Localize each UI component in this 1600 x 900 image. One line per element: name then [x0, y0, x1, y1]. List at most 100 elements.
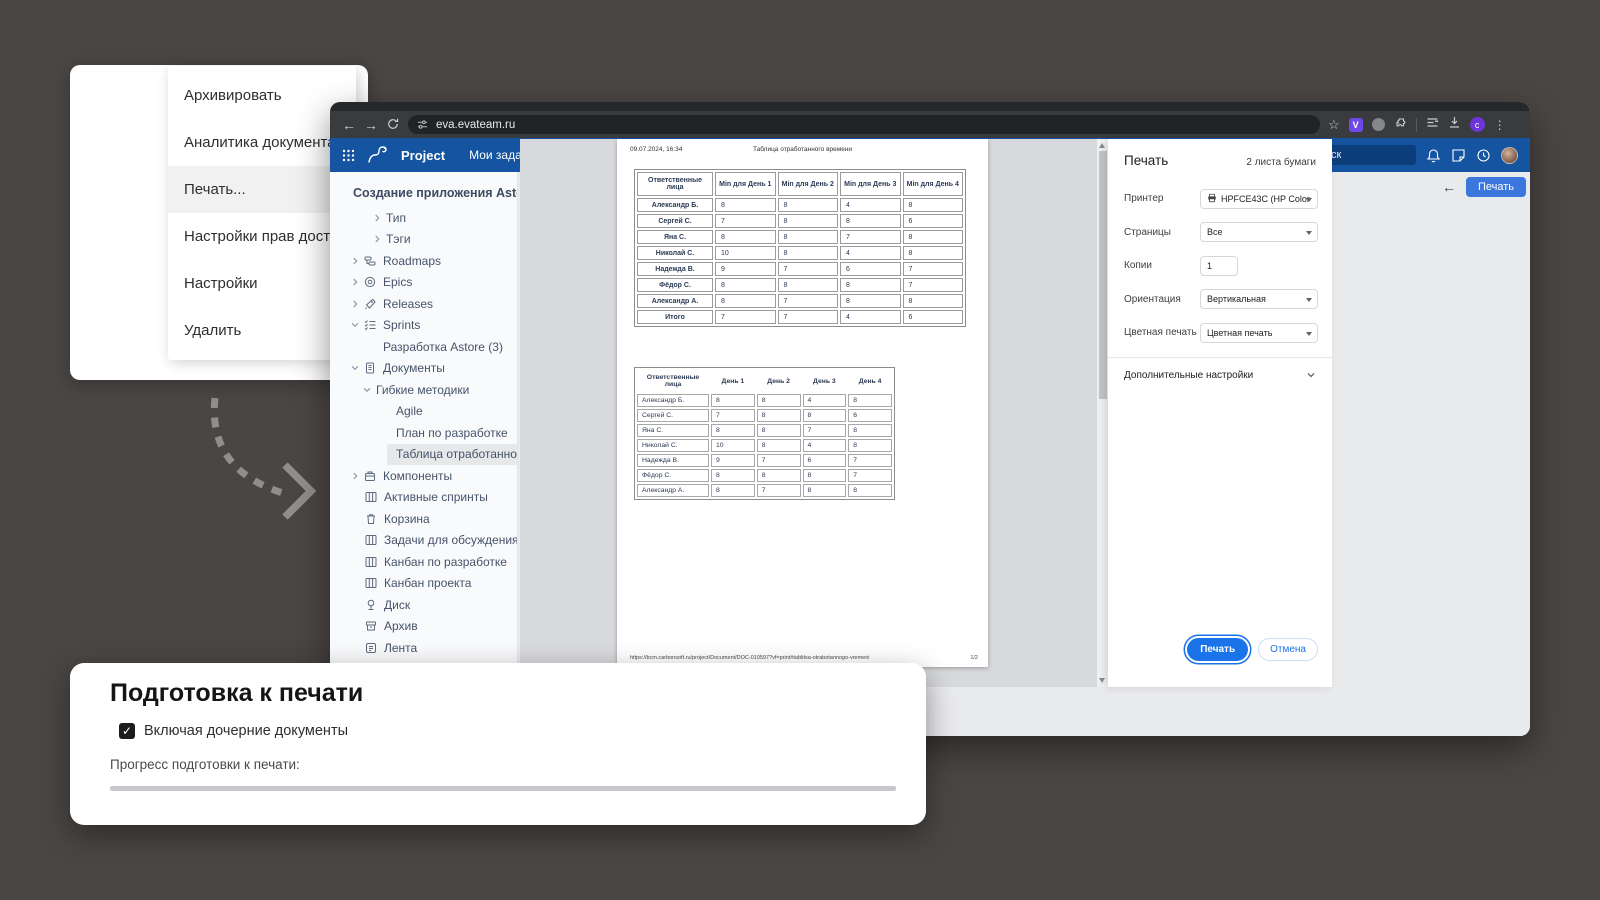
reload-icon[interactable]: [382, 118, 404, 132]
sidebar-item[interactable]: Корзина: [330, 508, 517, 530]
app-brand[interactable]: Project: [401, 148, 445, 163]
include-children-row[interactable]: ✓ Включая дочерние документы: [119, 723, 348, 739]
sidebar-item[interactable]: Sprints: [330, 315, 517, 337]
sidebar-item[interactable]: Активные спринты: [330, 487, 517, 509]
sheets-count: 2 листа бумаги: [1246, 157, 1316, 168]
page-back-arrow-icon[interactable]: ←: [1442, 179, 1456, 195]
person-cell: Александр А.: [637, 294, 713, 308]
chevron-down-icon[interactable]: [350, 320, 360, 330]
sidebar-item[interactable]: Компоненты: [330, 465, 517, 487]
sidebar-item[interactable]: Лента: [330, 637, 517, 659]
sidebar-item[interactable]: Канбан по разработке: [330, 551, 517, 573]
context-menu-item[interactable]: Аналитика документа: [168, 119, 356, 166]
sidebar-item[interactable]: Документы: [330, 358, 517, 380]
print-cancel-button[interactable]: Отмена: [1258, 638, 1318, 661]
reading-list-icon[interactable]: [1426, 116, 1439, 134]
scroll-down-icon[interactable]: [1099, 678, 1105, 683]
value-cell: 6: [903, 310, 964, 324]
chevron-right-icon[interactable]: [372, 234, 382, 244]
sidebar-item[interactable]: Epics: [330, 272, 517, 294]
address-bar[interactable]: eva.evateam.ru: [408, 115, 1320, 134]
context-menu-item[interactable]: Настройки: [168, 260, 356, 307]
value-cell: 8: [903, 230, 964, 244]
project-title[interactable]: Создание приложения Astore: [353, 186, 518, 200]
print-setting-row: Копии1: [1124, 249, 1318, 283]
checkbox-checked-icon[interactable]: ✓: [119, 723, 135, 739]
chevron-right-icon[interactable]: [372, 213, 382, 223]
sidebar-item[interactable]: Разработка Astore (3): [330, 336, 517, 358]
notifications-bell-icon[interactable]: [1426, 148, 1441, 163]
sidebar-item[interactable]: Таблица отработанного времени: [330, 444, 517, 466]
scroll-up-icon[interactable]: [1099, 143, 1105, 148]
print-setting-select[interactable]: HPFCE43C (HP Color La:: [1200, 189, 1318, 209]
chevron-right-icon[interactable]: [350, 471, 360, 481]
copies-input[interactable]: 1: [1200, 256, 1238, 276]
chevron-right-icon[interactable]: [350, 277, 360, 287]
feed-icon: [365, 642, 378, 654]
sidebar-item[interactable]: Гибкие методики: [330, 379, 517, 401]
chevron-down-icon[interactable]: [362, 385, 372, 395]
app-search-input[interactable]: ск: [1328, 145, 1416, 165]
forward-icon[interactable]: →: [360, 118, 382, 132]
profile-avatar-badge[interactable]: c: [1470, 117, 1485, 132]
sidebar-item-label: Тэги: [386, 232, 411, 246]
context-menu-item[interactable]: Настройки прав доступа: [168, 213, 356, 260]
sidebar-item[interactable]: Releases: [330, 293, 517, 315]
sidebar-item[interactable]: Тэги: [330, 229, 517, 251]
history-icon[interactable]: [1476, 148, 1491, 163]
preview-scrollbar[interactable]: [1097, 139, 1108, 687]
checkbox-label: Включая дочерние документы: [144, 723, 348, 739]
sidebar-item-label: Гибкие методики: [376, 383, 469, 397]
user-avatar[interactable]: [1501, 147, 1518, 164]
chevron-right-icon[interactable]: [350, 256, 360, 266]
print-setting-select[interactable]: Цветная печать: [1200, 323, 1318, 343]
value-cell: 8: [803, 469, 847, 482]
context-menu-item[interactable]: Архивировать: [168, 72, 356, 119]
extension-globe-icon[interactable]: [1372, 118, 1385, 131]
chevron-right-icon[interactable]: [350, 299, 360, 309]
sidebar-item[interactable]: Задачи для обсуждения: [330, 530, 517, 552]
extensions-puzzle-icon[interactable]: [1394, 116, 1407, 134]
sidebar-item[interactable]: Канбан проекта: [330, 573, 517, 595]
value-cell: 7: [778, 294, 839, 308]
scrollbar-thumb[interactable]: [1099, 151, 1107, 399]
sidebar-item[interactable]: Agile: [330, 401, 517, 423]
sidebar-item[interactable]: Roadmaps: [330, 250, 517, 272]
sidebar-item-label: Канбан проекта: [384, 576, 471, 590]
context-menu-item[interactable]: Удалить: [168, 307, 356, 354]
sidebar-item[interactable]: План по разработке: [330, 422, 517, 444]
notes-icon[interactable]: [1451, 148, 1466, 163]
evateam-dino-logo[interactable]: [365, 145, 391, 165]
context-menu-item[interactable]: Печать...: [168, 166, 356, 213]
sidebar-item[interactable]: Диск: [330, 594, 517, 616]
browser-menu-icon[interactable]: ⋮: [1494, 119, 1506, 131]
toolbar-right-icons: ☆ V c ⋮: [1328, 116, 1506, 134]
value-cell: 8: [778, 246, 839, 260]
table-row: Николай С.10848: [637, 439, 892, 452]
additional-settings-row[interactable]: Дополнительные настройки: [1108, 358, 1332, 393]
value-cell: 8: [803, 409, 847, 422]
dialog-title: Подготовка к печати: [110, 679, 363, 708]
page-print-button[interactable]: Печать: [1466, 177, 1526, 197]
value-cell: 8: [840, 294, 901, 308]
print-setting-select[interactable]: Вертикальная: [1200, 289, 1318, 309]
sidebar-item[interactable]: Архив: [330, 616, 517, 638]
apps-grid-icon[interactable]: [342, 149, 355, 162]
extension-v-icon[interactable]: V: [1349, 118, 1363, 132]
sprints-icon: [364, 319, 377, 331]
bookmark-star-icon[interactable]: ☆: [1328, 118, 1340, 131]
back-icon[interactable]: ←: [338, 118, 360, 132]
sidebar-item-label: Epics: [383, 275, 412, 289]
value-cell: 7: [803, 424, 847, 437]
sidebar-item[interactable]: Тип: [330, 207, 517, 229]
chevron-down-icon[interactable]: [350, 363, 360, 373]
table-row: Надежда В.9767: [637, 454, 892, 467]
documents-icon: [364, 362, 377, 374]
print-setting-select[interactable]: Все: [1200, 222, 1318, 242]
site-settings-icon[interactable]: [417, 119, 428, 130]
value-cell: 8: [757, 439, 801, 452]
value-cell: 8: [778, 214, 839, 228]
sidebar-item-label: Лента: [384, 641, 417, 655]
print-confirm-button[interactable]: Печать: [1187, 638, 1248, 661]
download-icon[interactable]: [1448, 116, 1461, 134]
